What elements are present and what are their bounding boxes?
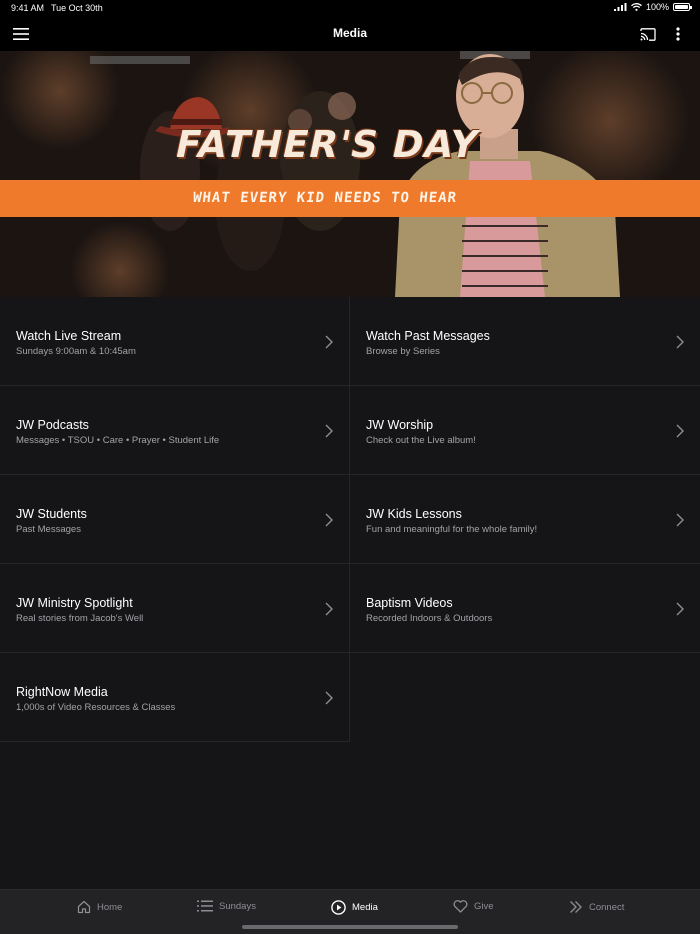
- list-item-title: JW Ministry Spotlight: [16, 596, 133, 610]
- hero-subtitle: WHAT EVERY KID NEEDS TO HEAR: [192, 190, 458, 206]
- list-item-subtitle: Past Messages: [16, 524, 81, 535]
- tab-label: Connect: [589, 901, 625, 913]
- list-item-title: JW Worship: [366, 418, 434, 432]
- chevron-right-icon: [325, 424, 333, 438]
- battery-icon: [673, 3, 692, 11]
- heart-icon: [453, 900, 468, 913]
- list-item-watch-live-stream[interactable]: Watch Live Stream Sundays 9:00am & 10:45…: [0, 297, 350, 386]
- chevron-right-icon: [325, 335, 333, 349]
- wifi-icon: [631, 3, 642, 11]
- chevron-right-icon: [676, 335, 684, 349]
- cast-icon[interactable]: [637, 23, 659, 45]
- list-item-subtitle: Sundays 9:00am & 10:45am: [16, 346, 136, 357]
- list-item-subtitle: Fun and meaningful for the whole family!: [366, 524, 538, 535]
- list-item-title: JW Students: [16, 507, 87, 521]
- chevron-right-icon: [325, 691, 333, 705]
- tab-give[interactable]: Give: [453, 900, 494, 913]
- double-chevron-icon: [570, 901, 582, 913]
- chevron-right-icon: [325, 513, 333, 527]
- list-item-subtitle: Browse by Series: [366, 346, 440, 357]
- list-item-subtitle: Recorded Indoors & Outdoors: [366, 613, 493, 624]
- list-item-subtitle: Check out the Live album!: [366, 435, 476, 446]
- list-item-title: JW Podcasts: [16, 418, 89, 432]
- tab-label: Give: [474, 901, 494, 912]
- list-item-title: Watch Live Stream: [16, 329, 122, 343]
- list-item-baptism-videos[interactable]: Baptism Videos Recorded Indoors & Outdoo…: [350, 564, 700, 653]
- list-item-jw-kids-lessons[interactable]: JW Kids Lessons Fun and meaningful for t…: [350, 475, 700, 564]
- signal-icon: [613, 3, 627, 11]
- more-vertical-icon[interactable]: [667, 23, 689, 45]
- list-item-rightnow-media[interactable]: RightNow Media 1,000s of Video Resources…: [0, 653, 350, 742]
- tab-connect[interactable]: Connect: [569, 900, 624, 914]
- tab-sundays[interactable]: Sundays: [197, 900, 256, 912]
- nav-bar: Media: [0, 16, 700, 51]
- chevron-right-icon: [325, 602, 333, 616]
- media-list: Watch Live Stream Sundays 9:00am & 10:45…: [0, 297, 700, 742]
- list-item-title: RightNow Media: [16, 685, 108, 699]
- tab-media[interactable]: Media: [331, 900, 378, 915]
- status-right: 100%: [613, 2, 692, 12]
- list-item-subtitle: 1,000s of Video Resources & Classes: [16, 702, 176, 713]
- list-item-jw-worship[interactable]: JW Worship Check out the Live album!: [350, 386, 700, 475]
- tab-label: Home: [97, 901, 123, 913]
- page-title: Media: [332, 26, 367, 40]
- status-bar: 9:41 AM Tue Oct 30th 100%: [0, 0, 700, 16]
- list-item-jw-podcasts[interactable]: JW Podcasts Messages • TSOU • Care • Pra…: [0, 386, 350, 475]
- status-date: Tue Oct 30th: [51, 3, 103, 13]
- list-item-subtitle: Real stories from Jacob's Well: [16, 613, 144, 624]
- list-item-watch-past-messages[interactable]: Watch Past Messages Browse by Series: [350, 297, 700, 386]
- home-indicator: [242, 925, 458, 929]
- status-time: 9:41 AM: [11, 3, 45, 13]
- tab-label: Media: [352, 902, 378, 913]
- chevron-right-icon: [676, 602, 684, 616]
- chevron-right-icon: [676, 513, 684, 527]
- list-item-jw-students[interactable]: JW Students Past Messages: [0, 475, 350, 564]
- battery-percent: 100%: [645, 2, 669, 12]
- list-item-subtitle: Messages • TSOU • Care • Prayer • Studen…: [16, 435, 220, 446]
- chevron-right-icon: [676, 424, 684, 438]
- hero-banner[interactable]: FATHER'S DAY WHAT EVERY KID NEEDS TO HEA…: [0, 51, 700, 297]
- play-circle-icon: [331, 900, 346, 915]
- list-item-title: Baptism Videos: [366, 596, 453, 610]
- list-icon: [197, 900, 213, 912]
- list-item-jw-ministry-spotlight[interactable]: JW Ministry Spotlight Real stories from …: [0, 564, 350, 653]
- list-item-title: Watch Past Messages: [366, 329, 490, 343]
- hero-background-art: [0, 51, 700, 297]
- home-icon: [77, 900, 91, 914]
- hero-title: FATHER'S DAY: [171, 123, 483, 166]
- list-item-title: JW Kids Lessons: [366, 507, 462, 521]
- tab-label: Sundays: [219, 900, 256, 912]
- tab-home[interactable]: Home: [77, 900, 122, 914]
